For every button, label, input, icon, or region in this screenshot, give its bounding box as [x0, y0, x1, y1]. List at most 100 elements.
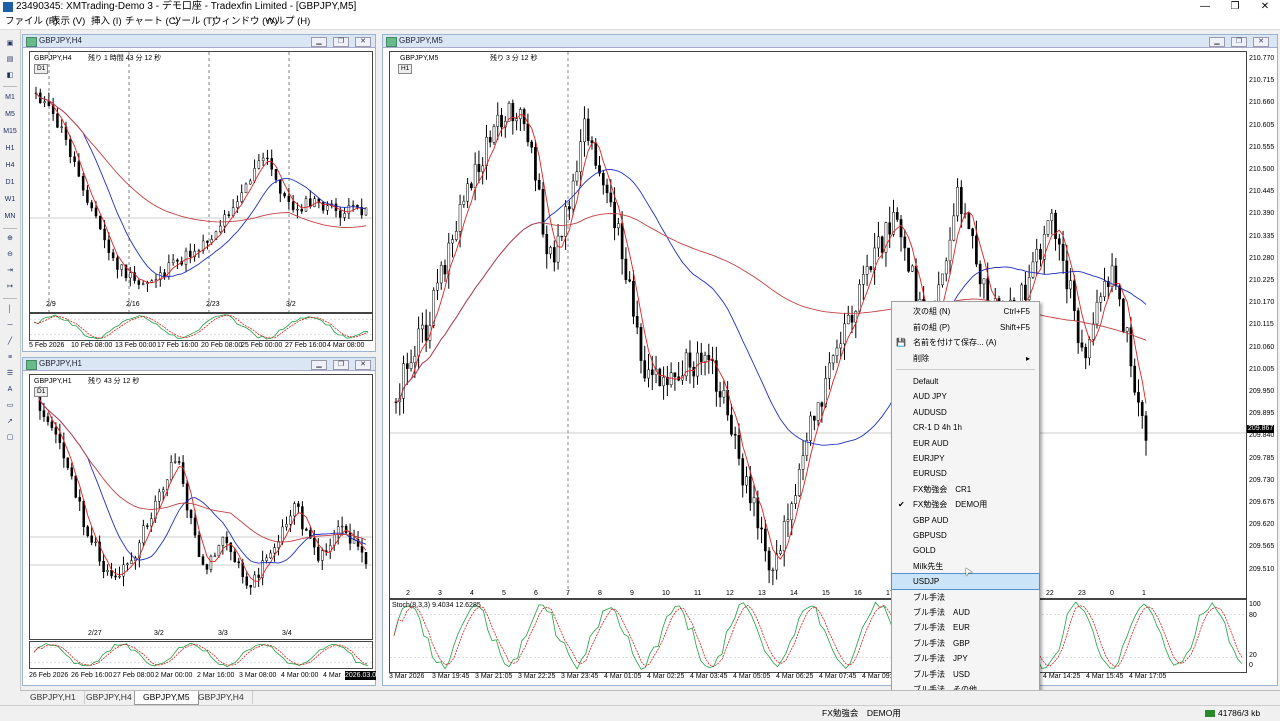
fibonacci-icon[interactable]: ☰	[2, 368, 18, 380]
template-menu-item[interactable]: Default	[892, 374, 1039, 389]
chart-window-m5[interactable]: GBPJPY,M5 ▁ ❐ ✕ GBPJPY,M5 残り 3 分 12 秒 H1…	[382, 34, 1278, 686]
template-menu-item[interactable]: FX勉強会 CR1	[892, 482, 1039, 497]
chart-minimize-button[interactable]: ▁	[1209, 37, 1225, 47]
context-menu-item[interactable]: 💾 名前を付けて保存... (A)	[892, 335, 1039, 350]
menu-file[interactable]: ファイル (F)	[5, 14, 58, 29]
timeframe-h4-button[interactable]: H4	[2, 160, 18, 172]
arrow-tool-icon[interactable]: ➚	[2, 416, 18, 428]
chart-window-h1[interactable]: GBPJPY,H1 ▁ ❐ ✕ GBPJPY,H1 残り 43 分 12 秒 D…	[22, 357, 377, 686]
template-menu-item[interactable]: GBP AUD	[892, 513, 1039, 528]
timeframe-w1-button[interactable]: W1	[2, 194, 18, 206]
chart-caption[interactable]: GBPJPY,H1 ▁ ❐ ✕	[23, 358, 375, 371]
template-menu-item[interactable]: ブル手法 USD	[892, 667, 1039, 682]
menu-chart[interactable]: チャート (C)	[125, 14, 179, 29]
template-menu-item[interactable]: ブル手法	[892, 590, 1039, 605]
chart-close-button[interactable]: ✕	[1253, 37, 1269, 47]
chart-minimize-button[interactable]: ▁	[311, 37, 327, 47]
trendline-icon[interactable]: ╱	[2, 336, 18, 348]
candle-body	[58, 434, 62, 443]
chart-caption[interactable]: GBPJPY,M5 ▁ ❐ ✕	[383, 35, 1277, 48]
timeframe-m1-button[interactable]: M1	[2, 92, 18, 104]
minimize-button[interactable]: —	[1190, 0, 1220, 14]
timeframe-mn-button[interactable]: MN	[2, 211, 18, 223]
price-pane[interactable]: GBPJPY,M5 残り 3 分 12 秒 H1 2 3 4 5 6 7 8 9 10 11 12 1…	[389, 51, 1247, 599]
template-menu-item[interactable]: ブル手法 GBP	[892, 636, 1039, 651]
template-menu-item[interactable]: ✔ FX勉強会 DEMO用	[892, 497, 1039, 512]
price-tick-label: 209.675	[1249, 499, 1275, 506]
candle-body	[287, 195, 291, 203]
hour-mark: 2	[406, 590, 410, 597]
chart-restore-button[interactable]: ❐	[333, 360, 349, 370]
zoom-out-icon[interactable]: ⊖	[2, 249, 18, 261]
menu-insert[interactable]: 挿入 (I)	[91, 14, 122, 29]
template-menu-item[interactable]: EURUSD	[892, 466, 1039, 481]
template-menu-item[interactable]: EUR AUD	[892, 436, 1039, 451]
tab-gbpjpy-m5[interactable]: GBPJPY,M5	[134, 691, 199, 705]
shapes-icon[interactable]: ▢	[2, 432, 18, 444]
hour-mark: 5	[502, 590, 506, 597]
template-menu-item[interactable]: EURJPY	[892, 451, 1039, 466]
template-menu-item[interactable]: AUDUSD	[892, 405, 1039, 420]
text-tool-icon[interactable]: A	[2, 384, 18, 396]
template-menu-item[interactable]: GBPUSD	[892, 528, 1039, 543]
candle-body	[794, 495, 797, 504]
template-menu-item[interactable]: ブル手法 AUD	[892, 605, 1039, 620]
horizontal-line-icon[interactable]: ─	[2, 320, 18, 332]
context-menu-item[interactable]: 次の組 (N) Ctrl+F5	[892, 304, 1039, 319]
chart-close-button[interactable]: ✕	[355, 360, 371, 370]
price-tick-label: 209.565	[1249, 543, 1275, 551]
tab-gbpjpy-h4[interactable]: GBPJPY,H4	[78, 691, 141, 704]
price-pane[interactable]: GBPJPY,H1 残り 43 分 12 秒 D1 2/27 3/2 3/3 3…	[29, 374, 373, 640]
timeframe-m15-button[interactable]: M15	[2, 126, 18, 138]
context-menu-item[interactable]: 削除 ▸	[892, 351, 1039, 366]
template-menu-item[interactable]: ブル手法 JPY	[892, 651, 1039, 666]
tab-gbpjpy-h1[interactable]: GBPJPY,H1	[22, 691, 85, 704]
autoscroll-icon[interactable]: ↦	[2, 281, 18, 293]
price-pane[interactable]: GBPJPY,H4 残り 1 時間 43 分 12 秒 D1 2/9 2/16 …	[29, 51, 373, 313]
chart-restore-button[interactable]: ❐	[1231, 37, 1247, 47]
context-menu-item[interactable]: 前の組 (P) Shift+F5	[892, 320, 1039, 335]
chart-shift-icon[interactable]: ⇥	[2, 265, 18, 277]
timeframe-d1-button[interactable]: D1	[2, 177, 18, 189]
chart-caption[interactable]: GBPJPY,H4 ▁ ❐ ✕	[23, 35, 375, 48]
zoom-in-icon[interactable]: ⊕	[2, 233, 18, 245]
chart-close-button[interactable]: ✕	[355, 37, 371, 47]
timeframe-badge[interactable]: D1	[34, 64, 49, 74]
template-menu-item[interactable]: AUD JPY	[892, 389, 1039, 404]
candle-body	[1061, 243, 1065, 261]
menu-help[interactable]: ヘルプ (H)	[266, 14, 310, 29]
template-menu-item[interactable]: CR-1 D 4h 1h	[892, 420, 1039, 435]
vertical-line-icon[interactable]: │	[2, 304, 18, 316]
maximize-button[interactable]: ❐	[1220, 0, 1250, 14]
stochastic-pane[interactable]	[29, 641, 373, 669]
chart-minimize-button[interactable]: ▁	[311, 360, 327, 370]
stochastic-pane[interactable]	[29, 313, 373, 341]
hour-mark: 23	[1078, 590, 1086, 597]
timeframe-h1-button[interactable]: H1	[2, 143, 18, 155]
candle-body	[443, 265, 447, 275]
candle-body	[249, 180, 252, 185]
candle-body	[831, 355, 835, 364]
chart-window-h4[interactable]: GBPJPY,H4 ▁ ❐ ✕ GBPJPY,H4 残り 1 時間 43 分 1…	[22, 34, 376, 352]
candle-body	[914, 265, 918, 304]
timeframe-m5-button[interactable]: M5	[2, 109, 18, 121]
new-chart-icon[interactable]: ▣	[2, 38, 18, 50]
menu-view[interactable]: 表示 (V)	[51, 14, 85, 29]
channel-icon[interactable]: ≡	[2, 352, 18, 364]
candle-body	[1069, 280, 1072, 290]
close-button[interactable]: ✕	[1250, 0, 1280, 14]
candle-body	[688, 352, 692, 368]
timeframe-badge[interactable]: D1	[34, 387, 49, 397]
profiles-icon[interactable]: ▤	[2, 54, 18, 66]
stochastic-pane[interactable]: Stoch(8,3,3) 9.4034 12.6285	[389, 599, 1247, 673]
timeframe-badge[interactable]: H1	[398, 64, 413, 74]
menu-tools[interactable]: ツール (T)	[172, 14, 215, 29]
template-menu-item[interactable]: ブル手法 EUR	[892, 620, 1039, 635]
market-watch-icon[interactable]: ◧	[2, 70, 18, 82]
template-menu-item[interactable]: GOLD	[892, 543, 1039, 558]
label-tool-icon[interactable]: ▭	[2, 400, 18, 412]
candle-body	[534, 146, 537, 181]
tab-gbpjpy-h4-2[interactable]: GBPJPY,H4	[190, 691, 253, 704]
candle-body	[556, 235, 560, 263]
chart-restore-button[interactable]: ❐	[333, 37, 349, 47]
